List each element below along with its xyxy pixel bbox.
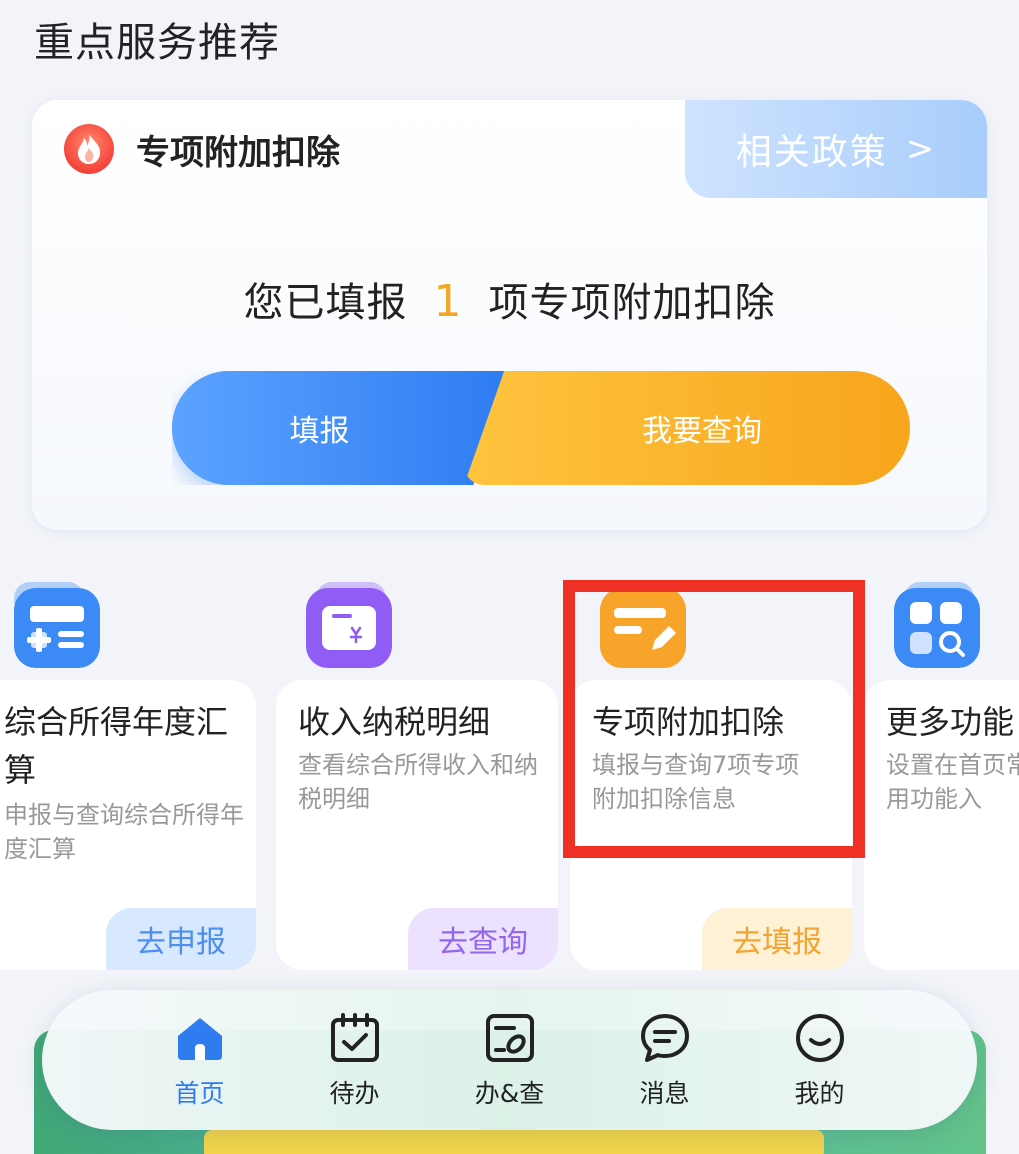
summary-prefix: 您已填报 bbox=[243, 280, 408, 326]
special-deduction-card: 专项附加扣除 相关政策 > 您已填报 1 项专项附加扣除 填报 我要查询 bbox=[32, 100, 987, 530]
policy-label: 相关政策 bbox=[735, 132, 888, 173]
nav-item-mine[interactable]: 我的 bbox=[765, 1010, 875, 1110]
filed-count: 1 bbox=[433, 276, 463, 327]
nav-item-home[interactable]: 首页 bbox=[145, 1010, 255, 1110]
summary-suffix: 项专项附加扣除 bbox=[488, 280, 776, 326]
bottom-nav: 首页 待办 办&查 消息 我的 bbox=[42, 990, 977, 1130]
feature-card-more-functions[interactable]: 更多功能 设置在首页常用功能入 bbox=[864, 582, 1019, 970]
banner-stripe bbox=[204, 1130, 824, 1154]
page: 重点服务推荐 专项附加扣除 相关政策 > 您已填报 1 项专项附加扣除 填报 我要查… bbox=[0, 0, 1019, 1154]
nav-label: 消息 bbox=[639, 1079, 690, 1108]
section-title: 重点服务推荐 bbox=[34, 20, 280, 66]
feature-card-income-tax-detail[interactable]: 收入纳税明细 查看综合所得收入和纳税明细 去查询 bbox=[276, 582, 558, 970]
feature-title: 收入纳税明细 bbox=[298, 703, 491, 741]
fill-button[interactable]: 填报 bbox=[172, 371, 507, 485]
feature-desc: 设置在首页常用功能入 bbox=[886, 751, 1019, 813]
nav-label: 我的 bbox=[794, 1079, 845, 1108]
feature-title: 更多功能 bbox=[886, 703, 1015, 741]
home-icon bbox=[177, 1018, 222, 1060]
feature-desc: 查看综合所得收入和纳税明细 bbox=[298, 751, 538, 813]
document-pen-icon bbox=[485, 1014, 534, 1062]
go-query-button[interactable]: 去查询 bbox=[408, 908, 558, 970]
filed-summary: 您已填报 1 项专项附加扣除 bbox=[32, 270, 987, 328]
nav-label: 办&查 bbox=[474, 1079, 545, 1108]
feature-card-annual-settlement[interactable]: 综合所得年度汇算 申报与查询综合所得年度汇算 去申报 bbox=[0, 582, 256, 970]
related-policy-link[interactable]: 相关政策 > bbox=[685, 100, 987, 198]
feature-desc: 申报与查询综合所得年度汇算 bbox=[4, 801, 244, 863]
go-declare-button[interactable]: 去申报 bbox=[106, 908, 256, 970]
highlight-annotation-box bbox=[563, 580, 865, 858]
go-fill-button[interactable]: 去填报 bbox=[702, 908, 852, 970]
nav-label: 首页 bbox=[174, 1079, 225, 1108]
chevron-right-icon: > bbox=[905, 129, 937, 169]
smiley-icon bbox=[795, 1014, 844, 1062]
flame-icon bbox=[64, 124, 114, 174]
nav-item-messages[interactable]: 消息 bbox=[610, 1010, 720, 1110]
feature-title: 综合所得年度汇算 bbox=[4, 703, 229, 789]
calendar-check-icon bbox=[330, 1013, 379, 1062]
card-header: 专项附加扣除 bbox=[64, 124, 340, 174]
card-plus-icon bbox=[14, 588, 100, 668]
card-title: 专项附加扣除 bbox=[136, 132, 340, 173]
nav-label: 待办 bbox=[329, 1079, 380, 1108]
wallet-yuan-icon bbox=[306, 588, 392, 668]
chat-bubble-icon bbox=[640, 1014, 689, 1062]
nav-item-todo[interactable]: 待办 bbox=[300, 1010, 410, 1110]
nav-item-handle-query[interactable]: 办&查 bbox=[455, 1010, 565, 1110]
query-button[interactable]: 我要查询 bbox=[464, 371, 910, 485]
grid-search-icon bbox=[894, 588, 980, 668]
